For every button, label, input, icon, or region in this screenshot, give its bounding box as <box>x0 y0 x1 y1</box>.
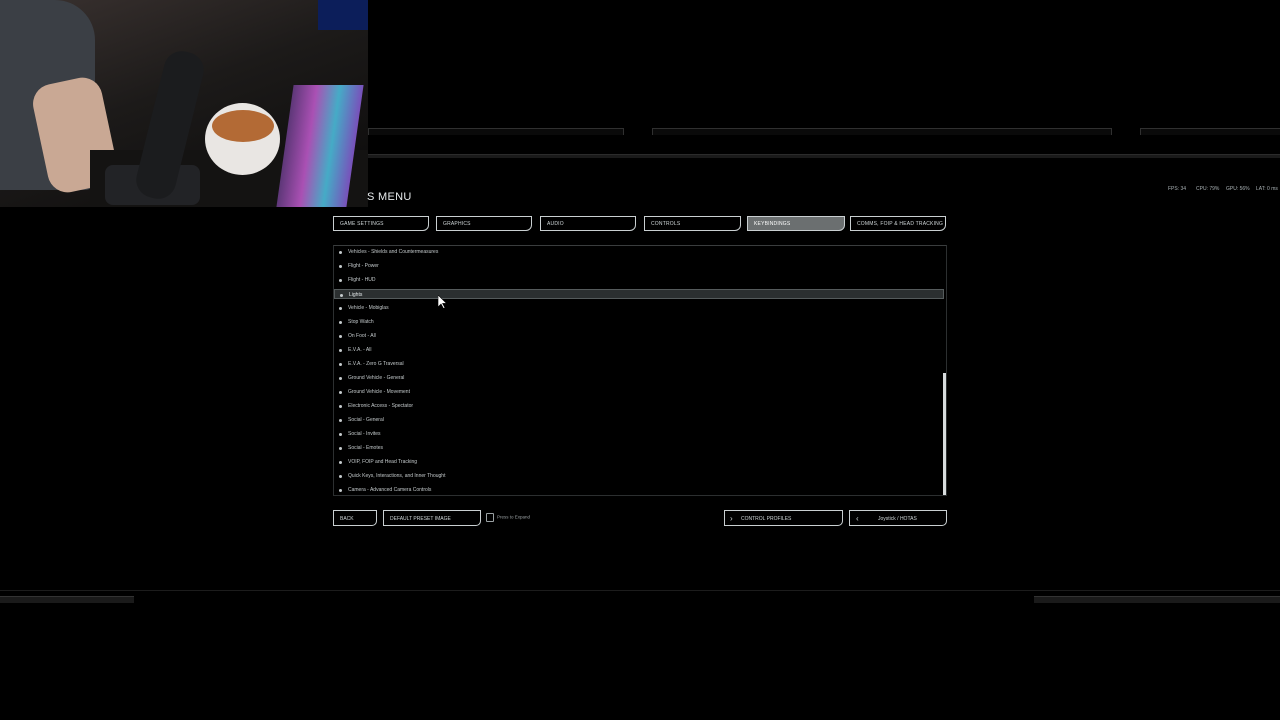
list-scrollbar[interactable] <box>943 373 946 495</box>
category-item[interactable]: Quick Keys, Interactions, and Inner Thou… <box>334 471 944 481</box>
tab-keybindings[interactable]: KEYBINDINGS <box>747 216 845 231</box>
category-item[interactable]: Flight - Power <box>334 261 944 271</box>
header-segment-left <box>368 128 624 135</box>
webcam-light <box>318 0 368 30</box>
bullet-icon <box>339 349 342 352</box>
back-button[interactable]: BACK <box>333 510 377 526</box>
category-label: Vehicles - Shields and Countermeasures <box>348 249 439 255</box>
tab-comms-foip-head-tracking[interactable]: COMMS, FOIP & HEAD TRACKING <box>850 216 946 231</box>
cpu-readout: CPU: 79% <box>1196 186 1220 192</box>
bullet-icon <box>339 405 342 408</box>
category-item[interactable]: E.V.A. - All <box>334 345 944 355</box>
category-item[interactable]: Ground Vehicle - Movement <box>334 387 944 397</box>
category-label: Vehicle - Mobiglas <box>348 305 389 311</box>
category-label: Lights <box>349 292 363 298</box>
footer-segment-left <box>0 596 134 603</box>
category-label: VOIP, FOIP and Head Tracking <box>348 459 418 465</box>
category-label: Social - Invites <box>348 431 381 437</box>
control-profiles-label: CONTROL PROFILES <box>741 516 792 522</box>
tab-audio[interactable]: AUDIO <box>540 216 636 231</box>
expand-hint-label: Press to Expand <box>497 514 531 520</box>
bullet-icon <box>339 321 342 324</box>
expand-hint: Press to Expand <box>486 513 530 522</box>
category-item[interactable]: Vehicles - Shields and Countermeasures <box>334 247 944 257</box>
bullet-icon <box>339 419 342 422</box>
bullet-icon <box>339 475 342 478</box>
category-label: Social - Emotes <box>348 445 384 451</box>
latency-readout: LAT: 0 ms <box>1256 186 1278 192</box>
category-item[interactable]: Lights <box>334 289 944 299</box>
category-item[interactable]: VOIP, FOIP and Head Tracking <box>334 457 944 467</box>
bullet-icon <box>339 489 342 492</box>
joystick-hotas-button[interactable]: ‹ Joystick / HOTAS <box>849 510 947 526</box>
fps-readout: FPS: 34 <box>1168 186 1187 192</box>
tab-controls[interactable]: CONTROLS <box>644 216 741 231</box>
bullet-icon <box>339 363 342 366</box>
footer-segment-right <box>1034 596 1280 603</box>
category-label: E.V.A. - Zero G Traversal <box>348 361 404 367</box>
gpu-readout: GPU: 56% <box>1226 186 1250 192</box>
category-label: Stop Watch <box>348 319 374 325</box>
header-segment-right <box>1140 128 1280 135</box>
tab-graphics[interactable]: GRAPHICS <box>436 216 532 231</box>
footer-divider <box>0 590 1280 591</box>
bullet-icon <box>339 391 342 394</box>
category-item[interactable]: Vehicle - Mobiglas <box>334 303 944 313</box>
control-profiles-button[interactable]: › CONTROL PROFILES <box>724 510 843 526</box>
category-item[interactable]: Social - Emotes <box>334 443 944 453</box>
header-divider <box>368 154 1280 158</box>
category-label: Ground Vehicle - General <box>348 375 405 381</box>
category-label: Electronic Access - Spectator <box>348 403 414 409</box>
category-item[interactable]: Stop Watch <box>334 317 944 327</box>
joystick-hotas-label: Joystick / HOTAS <box>878 516 917 522</box>
category-item[interactable]: Flight - HUD <box>334 275 944 285</box>
default-preset-button[interactable]: DEFAULT PRESET IMAGE <box>383 510 481 526</box>
bullet-icon <box>339 447 342 450</box>
keyboard-key-icon <box>486 513 494 522</box>
header-segment-center <box>652 128 1112 135</box>
bullet-icon <box>339 279 342 282</box>
tab-game-settings[interactable]: GAME SETTINGS <box>333 216 429 231</box>
mouse-cursor <box>437 294 448 314</box>
bullet-icon <box>339 461 342 464</box>
category-label: Quick Keys, Interactions, and Inner Thou… <box>348 473 446 479</box>
webcam-soup <box>212 110 274 142</box>
settings-tabs: GAME SETTINGS GRAPHICS AUDIO CONTROLS KE… <box>333 216 947 233</box>
bullet-icon <box>339 251 342 254</box>
bullet-icon <box>339 433 342 436</box>
chevron-left-icon: ‹ <box>856 514 859 523</box>
category-label: Ground Vehicle - Movement <box>348 389 410 395</box>
bullet-icon <box>340 294 343 297</box>
keybinding-category-list: Vehicles - Shields and Countermeasures Fl… <box>333 245 947 496</box>
category-label: E.V.A. - All <box>348 347 372 353</box>
bullet-icon <box>339 307 342 310</box>
category-item[interactable]: E.V.A. - Zero G Traversal <box>334 359 944 369</box>
page-title: S MENU <box>367 191 412 203</box>
bullet-icon <box>339 377 342 380</box>
category-item[interactable]: On Foot - All <box>334 331 944 341</box>
category-item[interactable]: Electronic Access - Spectator <box>334 401 944 411</box>
category-item[interactable]: Social - General <box>334 415 944 425</box>
category-label: Flight - Power <box>348 263 379 269</box>
chevron-right-icon: › <box>730 514 733 523</box>
category-item[interactable]: Ground Vehicle - General <box>334 373 944 383</box>
bullet-icon <box>339 265 342 268</box>
bullet-icon <box>339 335 342 338</box>
category-item[interactable]: Camera - Advanced Camera Controls <box>334 485 944 495</box>
category-label: On Foot - All <box>348 333 376 339</box>
category-label: Social - General <box>348 417 384 423</box>
category-label: Flight - HUD <box>348 277 376 283</box>
webcam-overlay <box>0 0 368 207</box>
category-item[interactable]: Social - Invites <box>334 429 944 439</box>
category-label: Camera - Advanced Camera Controls <box>348 487 432 493</box>
